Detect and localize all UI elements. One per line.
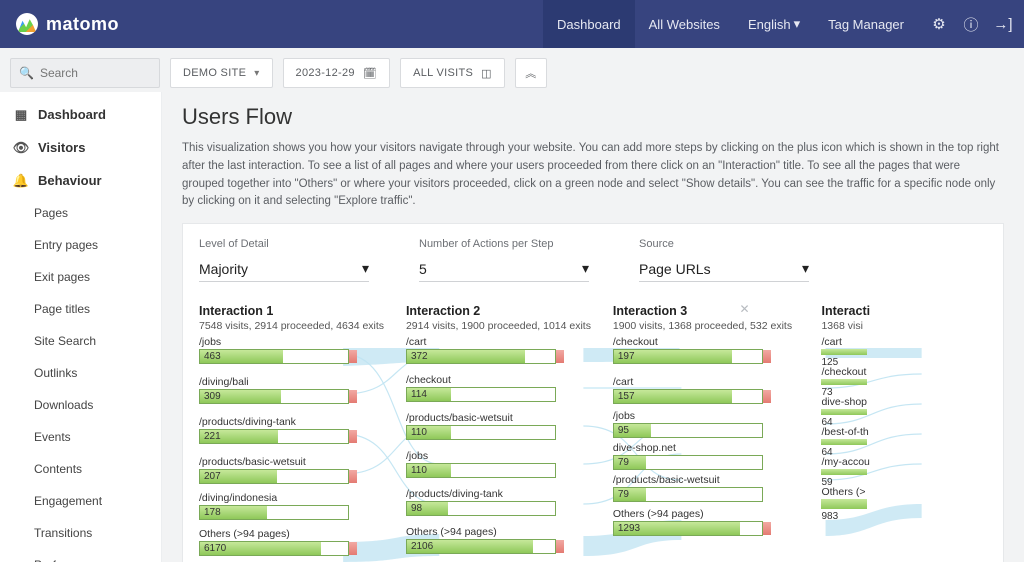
sidebar-item-performance[interactable]: Performance	[0, 549, 161, 562]
top-icon-bar: ⚙ ⓘ →]	[930, 15, 1012, 33]
flow-node[interactable]: /products/basic-wetsuit 207	[199, 456, 349, 484]
sidebar-item-visitors[interactable]: 👁 Visitors	[0, 131, 161, 164]
calendar-icon: 🗓	[363, 67, 377, 80]
search-input[interactable]	[40, 66, 151, 80]
sidebar-item-site-search[interactable]: Site Search	[0, 325, 161, 357]
sidebar-item-dashboard[interactable]: ▦ Dashboard	[0, 98, 161, 131]
eye-icon: 👁	[14, 141, 28, 155]
flow-node[interactable]: Others (>94 pages) 6170	[199, 528, 349, 556]
flow-node[interactable]: /checkout 73	[821, 366, 867, 398]
caret-down-icon: ▾	[802, 260, 809, 277]
search-icon: 🔍	[19, 66, 34, 80]
flow-node[interactable]: /jobs 463	[199, 336, 349, 364]
login-icon[interactable]: →]	[994, 15, 1012, 33]
search-box[interactable]: 🔍	[10, 58, 160, 88]
remove-column-icon[interactable]: ✕	[737, 302, 751, 316]
chevrons-up-icon: ︽	[525, 65, 536, 81]
flow-column-2[interactable]: Interaction 2 2914 visits, 1900 proceede…	[406, 304, 613, 562]
top-nav: Dashboard All Websites English ▾ Tag Man…	[543, 0, 918, 48]
page-description: This visualization shows you how your vi…	[182, 140, 1002, 211]
sidebar-item-outlinks[interactable]: Outlinks	[0, 357, 161, 389]
flow-node[interactable]: Others (>94 pages) 1293	[613, 508, 763, 536]
flow-node[interactable]: /products/basic-wetsuit 110	[406, 412, 556, 440]
chevron-down-icon: ▾	[254, 68, 259, 79]
logo-icon	[16, 13, 38, 35]
filter-toolbar: 🔍 DEMO SITE ▾ 2023-12-29 🗓 ALL VISITS ◫ …	[0, 48, 1024, 92]
sidebar-item-entry-pages[interactable]: Entry pages	[0, 229, 161, 261]
flow-column-4[interactable]: Interacti 1368 visi /cart 125 /checkout …	[821, 304, 987, 562]
flow-node[interactable]: Others (> 983	[821, 486, 867, 522]
caret-down-icon: ▾	[582, 260, 589, 277]
gear-icon[interactable]: ⚙	[930, 15, 948, 33]
nav-dashboard[interactable]: Dashboard	[543, 0, 635, 48]
bell-icon: 🔔	[14, 174, 28, 188]
flow-node[interactable]: /cart 125	[821, 336, 867, 368]
sidebar-item-events[interactable]: Events	[0, 421, 161, 453]
flow-node[interactable]: /diving/indonesia 178	[199, 492, 349, 520]
flow-node[interactable]: /jobs 110	[406, 450, 556, 478]
flow-node[interactable]: /cart 372	[406, 336, 556, 364]
body: ▦ Dashboard 👁 Visitors 🔔 Behaviour Pages…	[0, 92, 1024, 562]
control-detail: Level of Detail Majority ▾	[199, 238, 369, 282]
chevron-down-icon: ▾	[794, 16, 801, 32]
flow-node[interactable]: /cart 157	[613, 376, 763, 404]
main-content: Users Flow This visualization shows you …	[162, 92, 1024, 562]
top-header: matomo Dashboard All Websites English ▾ …	[0, 0, 1024, 48]
flow-node[interactable]: /best-of-th 64	[821, 426, 868, 458]
sidebar-item-exit-pages[interactable]: Exit pages	[0, 261, 161, 293]
control-actions: Number of Actions per Step 5 ▾	[419, 238, 589, 282]
flow-node[interactable]: /products/diving-tank 98	[406, 488, 556, 516]
flow-node[interactable]: dive-shop.net 79	[613, 442, 763, 470]
flow-column-1[interactable]: Interaction 1 7548 visits, 2914 proceede…	[199, 304, 406, 562]
flow-node[interactable]: /checkout 114	[406, 374, 556, 402]
segment-icon: ◫	[481, 67, 492, 80]
sidebar-item-transitions[interactable]: Transitions	[0, 517, 161, 549]
nav-language[interactable]: English ▾	[734, 0, 814, 48]
flow-node[interactable]: /checkout 197	[613, 336, 763, 364]
sidebar-item-engagement[interactable]: Engagement	[0, 485, 161, 517]
sidebar-item-downloads[interactable]: Downloads	[0, 389, 161, 421]
sidebar-item-contents[interactable]: Contents	[0, 453, 161, 485]
flow-node[interactable]: /products/basic-wetsuit 79	[613, 474, 763, 502]
sidebar-item-behaviour[interactable]: 🔔 Behaviour	[0, 164, 161, 197]
info-icon[interactable]: ⓘ	[962, 15, 980, 33]
date-selector[interactable]: 2023-12-29 🗓	[283, 58, 391, 88]
flow-node[interactable]: dive-shop 64	[821, 396, 867, 428]
flow-chart: Interaction 1 7548 visits, 2914 proceede…	[199, 304, 987, 562]
select-actions-per-step[interactable]: 5 ▾	[419, 256, 589, 282]
brand-name: matomo	[46, 14, 119, 35]
site-selector[interactable]: DEMO SITE ▾	[170, 58, 273, 88]
select-source[interactable]: Page URLs ▾	[639, 256, 809, 282]
collapse-button[interactable]: ︽	[515, 58, 547, 88]
control-source: Source Page URLs ▾	[639, 238, 809, 282]
users-flow-panel: Level of Detail Majority ▾ Number of Act…	[182, 223, 1004, 562]
flow-node[interactable]: Others (>94 pages) 2106	[406, 526, 556, 554]
caret-down-icon: ▾	[362, 260, 369, 277]
sidebar: ▦ Dashboard 👁 Visitors 🔔 Behaviour Pages…	[0, 92, 162, 562]
sidebar-item-pages[interactable]: Pages	[0, 197, 161, 229]
flow-node[interactable]: /jobs 95	[613, 410, 763, 438]
flow-node[interactable]: /products/diving-tank 221	[199, 416, 349, 444]
sidebar-item-page-titles[interactable]: Page titles	[0, 293, 161, 325]
page-title: Users Flow	[182, 104, 1004, 130]
flow-node[interactable]: /my-accou 59	[821, 456, 869, 488]
flow-node[interactable]: /diving/bali 309	[199, 376, 349, 404]
nav-tag-manager[interactable]: Tag Manager	[814, 0, 918, 48]
brand-logo[interactable]: matomo	[16, 13, 119, 35]
nav-all-websites[interactable]: All Websites	[635, 0, 734, 48]
select-level-of-detail[interactable]: Majority ▾	[199, 256, 369, 282]
grid-icon: ▦	[14, 108, 28, 122]
segment-selector[interactable]: ALL VISITS ◫	[400, 58, 505, 88]
flow-column-3[interactable]: ✕ Interaction 3 1900 visits, 1368 procee…	[613, 304, 822, 562]
flow-controls: Level of Detail Majority ▾ Number of Act…	[199, 238, 987, 282]
